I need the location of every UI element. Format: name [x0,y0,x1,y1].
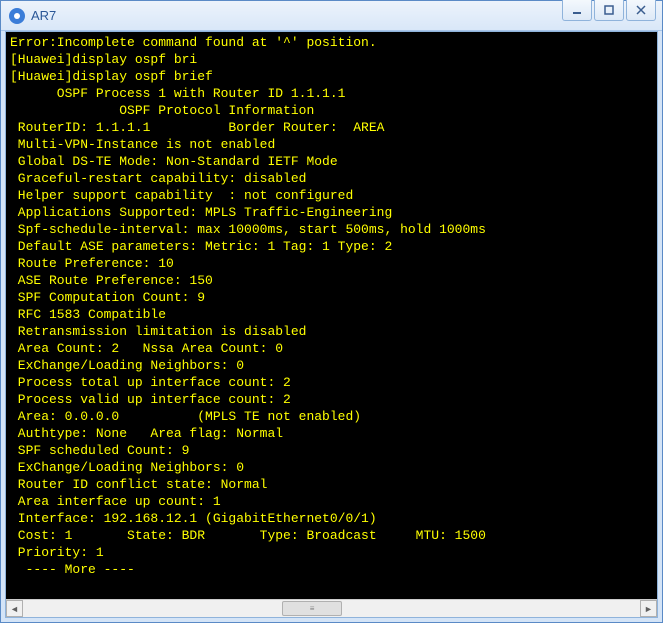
terminal-line: SPF scheduled Count: 9 [10,442,653,459]
terminal-line: ExChange/Loading Neighbors: 0 [10,459,653,476]
terminal-line: [Huawei]display ospf brief [10,68,653,85]
terminal-line: Interface: 192.168.12.1 (GigabitEthernet… [10,510,653,527]
terminal-line: Area: 0.0.0.0 (MPLS TE not enabled) [10,408,653,425]
terminal-line: Process valid up interface count: 2 [10,391,653,408]
terminal-line: Priority: 1 [10,544,653,561]
terminal-line: ---- More ---- [10,561,653,578]
terminal-line: SPF Computation Count: 9 [10,289,653,306]
terminal-line: RFC 1583 Compatible [10,306,653,323]
terminal-container: Error:Incomplete command found at '^' po… [5,31,658,618]
window-title: AR7 [31,8,654,23]
app-icon [9,8,25,24]
terminal-line: Area Count: 2 Nssa Area Count: 0 [10,340,653,357]
terminal-line: Graceful-restart capability: disabled [10,170,653,187]
terminal-line: Router ID conflict state: Normal [10,476,653,493]
terminal-line: OSPF Protocol Information [10,102,653,119]
terminal-line: Default ASE parameters: Metric: 1 Tag: 1… [10,238,653,255]
window-controls [562,0,656,21]
terminal-line: Route Preference: 10 [10,255,653,272]
terminal-line: ASE Route Preference: 150 [10,272,653,289]
close-button[interactable] [626,0,656,21]
terminal-line: Spf-schedule-interval: max 10000ms, star… [10,221,653,238]
terminal-line: ExChange/Loading Neighbors: 0 [10,357,653,374]
scroll-right-button[interactable]: ► [640,600,657,617]
close-icon [635,4,647,16]
terminal-line: Applications Supported: MPLS Traffic-Eng… [10,204,653,221]
terminal-line: Global DS-TE Mode: Non-Standard IETF Mod… [10,153,653,170]
terminal-line: Error:Incomplete command found at '^' po… [10,34,653,51]
terminal-line: [Huawei]display ospf bri [10,51,653,68]
terminal-line: Retransmission limitation is disabled [10,323,653,340]
scroll-thumb[interactable]: ≡ [282,601,342,616]
terminal-line: Authtype: None Area flag: Normal [10,425,653,442]
terminal-output[interactable]: Error:Incomplete command found at '^' po… [6,32,657,599]
horizontal-scrollbar[interactable]: ◄ ≡ ► [6,599,657,617]
minimize-button[interactable] [562,0,592,21]
terminal-line: OSPF Process 1 with Router ID 1.1.1.1 [10,85,653,102]
scroll-track[interactable]: ≡ [23,600,640,617]
terminal-line: RouterID: 1.1.1.1 Border Router: AREA [10,119,653,136]
maximize-button[interactable] [594,0,624,21]
terminal-line: Cost: 1 State: BDR Type: Broadcast MTU: … [10,527,653,544]
terminal-line: Area interface up count: 1 [10,493,653,510]
scroll-left-button[interactable]: ◄ [6,600,23,617]
terminal-line: Process total up interface count: 2 [10,374,653,391]
terminal-line: Helper support capability : not configur… [10,187,653,204]
app-window: AR7 Error:Incomplete command found at '^… [0,0,663,623]
maximize-icon [603,4,615,16]
minimize-icon [571,4,583,16]
terminal-line: Multi-VPN-Instance is not enabled [10,136,653,153]
